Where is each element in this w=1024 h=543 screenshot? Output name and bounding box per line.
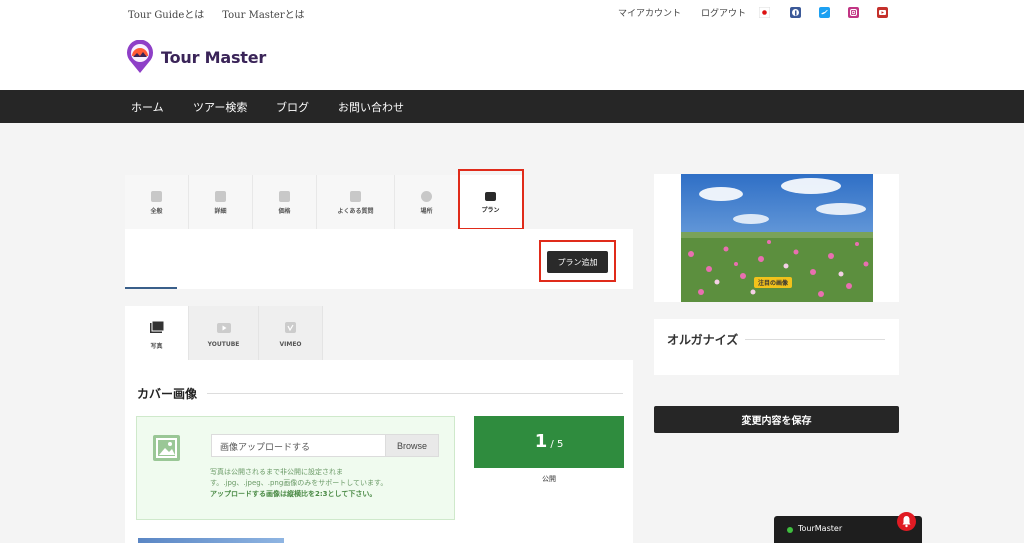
tab-label: VIMEO (279, 341, 302, 348)
featured-image-label: 注目の画像 (754, 277, 793, 288)
nav-contact[interactable]: お問い合わせ (338, 99, 404, 115)
publish-status: 公開 (542, 475, 556, 483)
tab-general[interactable]: 全般 (125, 175, 189, 229)
image-icon (153, 435, 180, 461)
divider (207, 393, 623, 394)
tab-label: 全般 (150, 208, 163, 215)
tab-price[interactable]: 価格 (253, 175, 317, 229)
top-links-left: Tour Guideとは Tour Masterとは (128, 6, 305, 21)
nav-tour-search[interactable]: ツアー検索 (193, 99, 247, 115)
tab-label: 価格 (278, 208, 291, 215)
photo-icon (149, 320, 164, 333)
organize-card: オルガナイズ (654, 319, 899, 375)
link-tour-guide[interactable]: Tour Guideとは (128, 6, 204, 21)
link-my-account[interactable]: マイアカウント (618, 6, 681, 19)
home-icon (151, 191, 162, 202)
link-logout[interactable]: ログアウト (701, 6, 746, 19)
photo-thumbnail[interactable] (138, 538, 284, 543)
media-tabs: 写真 YOUTUBE VIMEO (125, 306, 633, 360)
organize-title: オルガナイズ (667, 333, 739, 347)
tab-photo[interactable]: 写真 (125, 306, 189, 360)
top-links-right: マイアカウント ログアウト (618, 6, 746, 19)
link-tour-master[interactable]: Tour Masterとは (222, 6, 304, 21)
browse-button[interactable]: Browse (385, 434, 439, 457)
plan-tab-underline (125, 287, 177, 289)
tab-label: よくある質問 (337, 208, 374, 215)
japan-flag-icon[interactable] (759, 7, 770, 18)
notification-bell-icon[interactable] (897, 512, 916, 531)
main-nav: ホーム ツアー検索 ブログ お問い合わせ (0, 90, 1024, 123)
tab-youtube[interactable]: YOUTUBE (189, 306, 259, 360)
divider (745, 339, 885, 340)
nav-home[interactable]: ホーム (131, 99, 164, 115)
count-current: 1 (534, 431, 548, 452)
highlight-plan-tab (458, 169, 524, 230)
nav-blog[interactable]: ブログ (276, 99, 309, 115)
photo-counter: 1 / 5 (474, 416, 624, 468)
upload-note-bold: アップロードする画像は縦横比を2:3として下さい。 (210, 490, 377, 498)
tab-label: 写真 (150, 343, 163, 350)
instagram-icon[interactable] (848, 7, 859, 18)
twitter-icon[interactable] (819, 7, 830, 18)
map-pin-icon (421, 191, 432, 202)
cover-title: カバー画像 (137, 387, 198, 401)
tab-location[interactable]: 場所 (395, 175, 459, 229)
tab-label: 詳細 (214, 208, 227, 215)
online-status-icon (787, 527, 793, 533)
top-bar: Tour Guideとは Tour Masterとは マイアカウント ログアウト… (0, 0, 1024, 90)
info-icon (215, 191, 226, 202)
upload-box: 画像アップロードする Browse 写真は公開されるまで非公開に設定されます。.… (136, 416, 455, 520)
logo[interactable]: Tour Master (125, 40, 266, 74)
vimeo-icon (285, 322, 296, 333)
tab-label: 場所 (420, 208, 433, 215)
tab-label: YOUTUBE (207, 341, 240, 348)
upload-note: 写真は公開されるまで非公開に設定されます。.jpg、.jpeg、.png画像のみ… (210, 467, 415, 500)
chat-label: TourMaster (798, 524, 843, 533)
logo-pin-icon (127, 40, 153, 73)
cover-content: カバー画像 画像アップロードする Browse 写真は公開されるまで非公開に設定… (125, 360, 633, 543)
youtube-icon (216, 323, 231, 333)
youtube-icon[interactable] (877, 7, 888, 18)
price-tag-icon (279, 191, 290, 202)
save-changes-button[interactable]: 変更内容を保存 (654, 406, 899, 433)
facebook-icon[interactable] (790, 7, 801, 18)
tab-vimeo[interactable]: VIMEO (259, 306, 323, 360)
image-upload-input[interactable]: 画像アップロードする (211, 434, 386, 457)
highlight-add-plan (539, 240, 616, 282)
upload-note-text: 写真は公開されるまで非公開に設定されます。.jpg、.jpeg、.png画像のみ… (210, 468, 388, 487)
tab-details[interactable]: 詳細 (189, 175, 253, 229)
question-icon (350, 191, 361, 202)
tab-faq[interactable]: よくある質問 (317, 175, 395, 229)
logo-text: Tour Master (161, 47, 267, 67)
count-total: / 5 (547, 439, 564, 450)
